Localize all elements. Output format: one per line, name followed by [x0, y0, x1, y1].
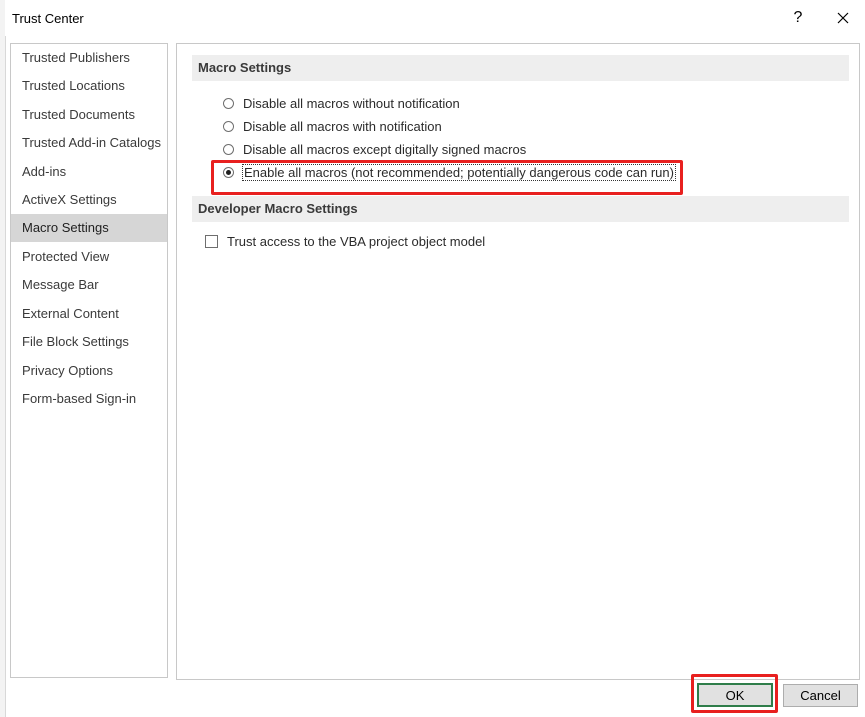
radio-label: Disable all macros without notification [243, 95, 460, 111]
radio-button[interactable] [223, 120, 234, 132]
sidebar-item-external-content[interactable]: External Content [11, 300, 167, 328]
sidebar-item-privacy-options[interactable]: Privacy Options [11, 357, 167, 385]
checkbox-label: Trust access to the VBA project object m… [227, 233, 486, 249]
ok-button[interactable]: OK [697, 683, 773, 707]
close-button[interactable] [828, 6, 858, 30]
trust-center-dialog: Trust Center ? Trusted Publishers Truste… [0, 0, 865, 717]
radio-label: Enable all macros (not recommended; pote… [242, 163, 676, 181]
dialog-title: Trust Center [12, 11, 84, 26]
sidebar-item-trusted-locations[interactable]: Trusted Locations [11, 72, 167, 100]
sidebar-item-protected-view[interactable]: Protected View [11, 243, 167, 271]
developer-macro-settings-header: Developer Macro Settings [192, 196, 849, 222]
sidebar-item-trusted-add-in-catalogs[interactable]: Trusted Add-in Catalogs [11, 129, 167, 157]
radio-enable-all-macros[interactable]: Enable all macros (not recommended; pote… [223, 162, 676, 182]
sidebar-item-form-based-sign-in[interactable]: Form-based Sign-in [11, 385, 167, 413]
radio-button-selected[interactable] [223, 166, 234, 178]
sidebar-item-macro-settings[interactable]: Macro Settings [11, 214, 167, 242]
checkbox[interactable] [205, 234, 218, 248]
sidebar-item-message-bar[interactable]: Message Bar [11, 271, 167, 299]
radio-label: Disable all macros except digitally sign… [243, 141, 527, 157]
background-window-edge [0, 0, 6, 717]
title-bar: Trust Center [5, 0, 865, 36]
close-icon [837, 12, 849, 24]
sidebar-item-trusted-documents[interactable]: Trusted Documents [11, 101, 167, 129]
macro-settings-header: Macro Settings [192, 55, 849, 81]
radio-disable-except-signed[interactable]: Disable all macros except digitally sign… [223, 139, 526, 159]
settings-panel: Macro Settings Disable all macros withou… [176, 43, 860, 680]
radio-label: Disable all macros with notification [243, 118, 442, 134]
radio-disable-without-notification[interactable]: Disable all macros without notification [223, 93, 460, 113]
sidebar-item-trusted-publishers[interactable]: Trusted Publishers [11, 44, 167, 72]
radio-button[interactable] [223, 97, 234, 109]
sidebar-item-activex-settings[interactable]: ActiveX Settings [11, 186, 167, 214]
checkbox-trust-vba-access[interactable]: Trust access to the VBA project object m… [205, 231, 485, 251]
radio-button[interactable] [223, 143, 234, 155]
sidebar-item-file-block-settings[interactable]: File Block Settings [11, 328, 167, 356]
cancel-button[interactable]: Cancel [783, 684, 858, 707]
category-sidebar: Trusted Publishers Trusted Locations Tru… [10, 43, 168, 678]
help-button[interactable]: ? [783, 6, 813, 30]
radio-disable-with-notification[interactable]: Disable all macros with notification [223, 116, 442, 136]
sidebar-item-add-ins[interactable]: Add-ins [11, 158, 167, 186]
